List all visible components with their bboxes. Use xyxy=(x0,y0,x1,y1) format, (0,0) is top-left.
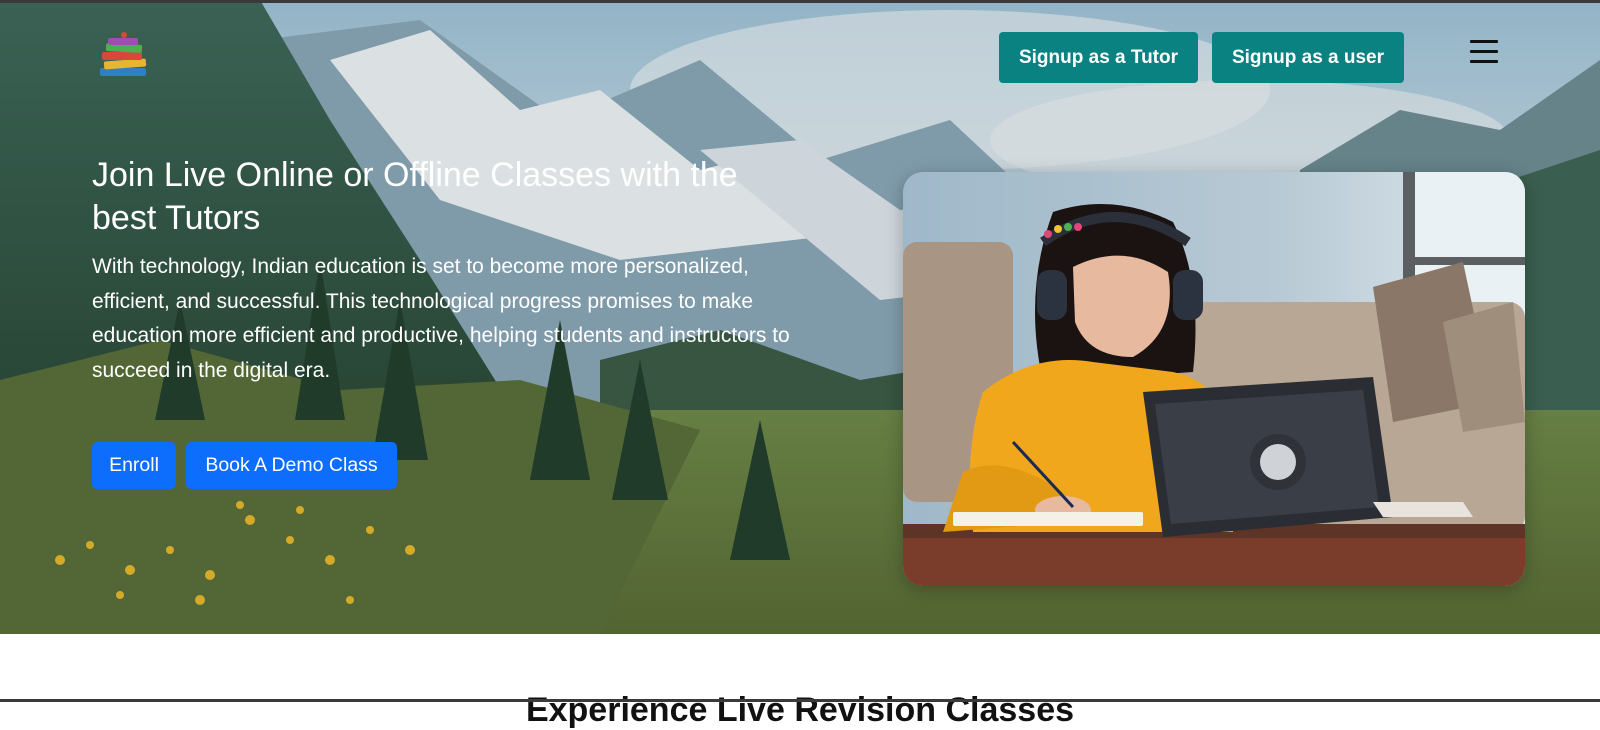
signup-user-button[interactable]: Signup as a user xyxy=(1212,32,1404,83)
hero-description: With technology, Indian education is set… xyxy=(92,255,790,382)
enroll-button[interactable]: Enroll xyxy=(92,442,176,489)
top-border xyxy=(0,0,1600,3)
girl-studying-with-tablet-image xyxy=(903,172,1525,586)
book-demo-button[interactable]: Book A Demo Class xyxy=(186,442,397,489)
section-heading: Experience Live Revision Classes xyxy=(525,691,1075,729)
hero-title: Join Live Online or Offline Classes with… xyxy=(92,156,738,237)
signup-tutor-button[interactable]: Signup as a Tutor xyxy=(999,32,1198,83)
hero-section: Signup as a Tutor Signup as a user Join … xyxy=(0,0,1600,634)
hamburger-menu-icon[interactable] xyxy=(1470,40,1498,66)
books-stack-icon[interactable] xyxy=(96,30,154,82)
